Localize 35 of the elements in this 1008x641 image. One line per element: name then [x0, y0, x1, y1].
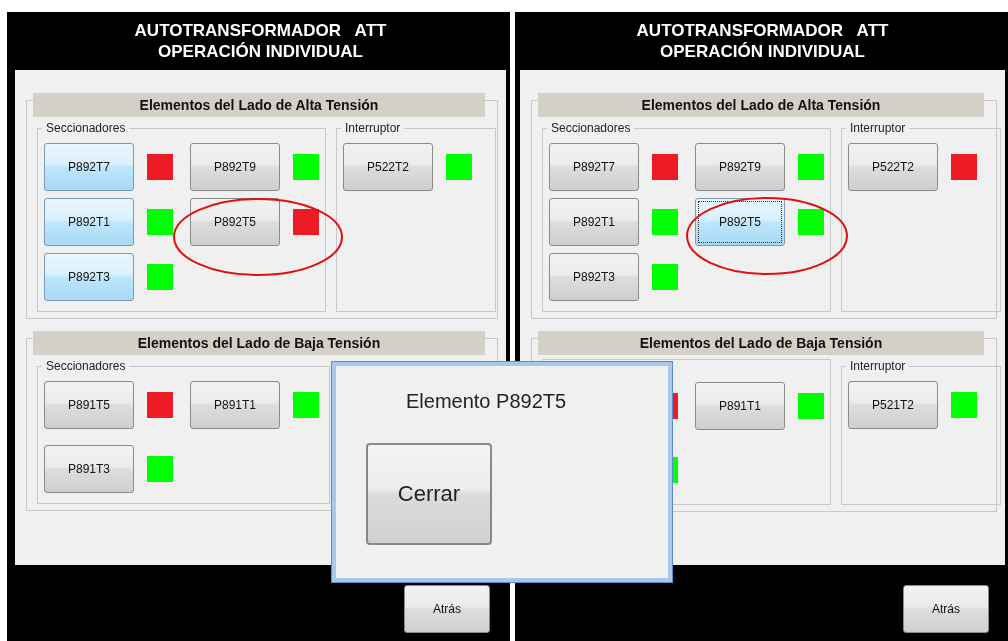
window-title: AUTOTRANSFORMADOR ATT [134, 20, 387, 41]
element-button[interactable]: P891T1 [190, 381, 280, 429]
group-label: Seccionadores [45, 121, 127, 135]
window-title: OPERACIÓN INDIVIDUAL [660, 41, 865, 62]
window-title: OPERACIÓN INDIVIDUAL [158, 41, 363, 62]
element-button[interactable]: P892T3 [44, 253, 134, 301]
group-label: Interruptor [849, 121, 907, 135]
close-button[interactable]: Cerrar [366, 443, 492, 545]
dialog-message: Elemento P892T5 [406, 390, 568, 413]
section-heading: Elementos del Lado de Baja Tensión [538, 331, 984, 355]
group-label: Interruptor [344, 121, 402, 135]
element-button[interactable]: P892T3 [549, 253, 639, 301]
group-label: Seccionadores [45, 359, 127, 373]
group-label: Seccionadores [550, 121, 632, 135]
group-label: Interruptor [849, 359, 907, 373]
element-button[interactable]: P892T7 [549, 143, 639, 191]
element-button[interactable]: P892T9 [190, 143, 280, 191]
window-title: AUTOTRANSFORMADOR ATT [636, 20, 889, 41]
section-heading: Elementos del Lado de Alta Tensión [33, 93, 485, 117]
element-button[interactable]: P892T1 [44, 198, 134, 246]
element-button[interactable]: P892T1 [549, 198, 639, 246]
element-button[interactable]: P892T9 [695, 143, 785, 191]
element-button[interactable]: P522T2 [343, 143, 433, 191]
element-button[interactable]: P892T7 [44, 143, 134, 191]
element-button[interactable]: P522T2 [848, 143, 938, 191]
element-button[interactable]: P891T3 [44, 445, 134, 493]
element-button[interactable]: P891T1 [695, 382, 785, 430]
element-button[interactable]: P892T5 [190, 198, 280, 246]
back-button[interactable]: Atrás [404, 585, 490, 633]
element-button[interactable]: P521T2 [848, 381, 938, 429]
element-button[interactable]: P891T5 [44, 381, 134, 429]
element-button[interactable]: P892T5 [695, 198, 785, 246]
back-button[interactable]: Atrás [903, 585, 989, 633]
section-heading: Elementos del Lado de Alta Tensión [538, 93, 984, 117]
section-heading: Elementos del Lado de Baja Tensión [33, 331, 485, 355]
